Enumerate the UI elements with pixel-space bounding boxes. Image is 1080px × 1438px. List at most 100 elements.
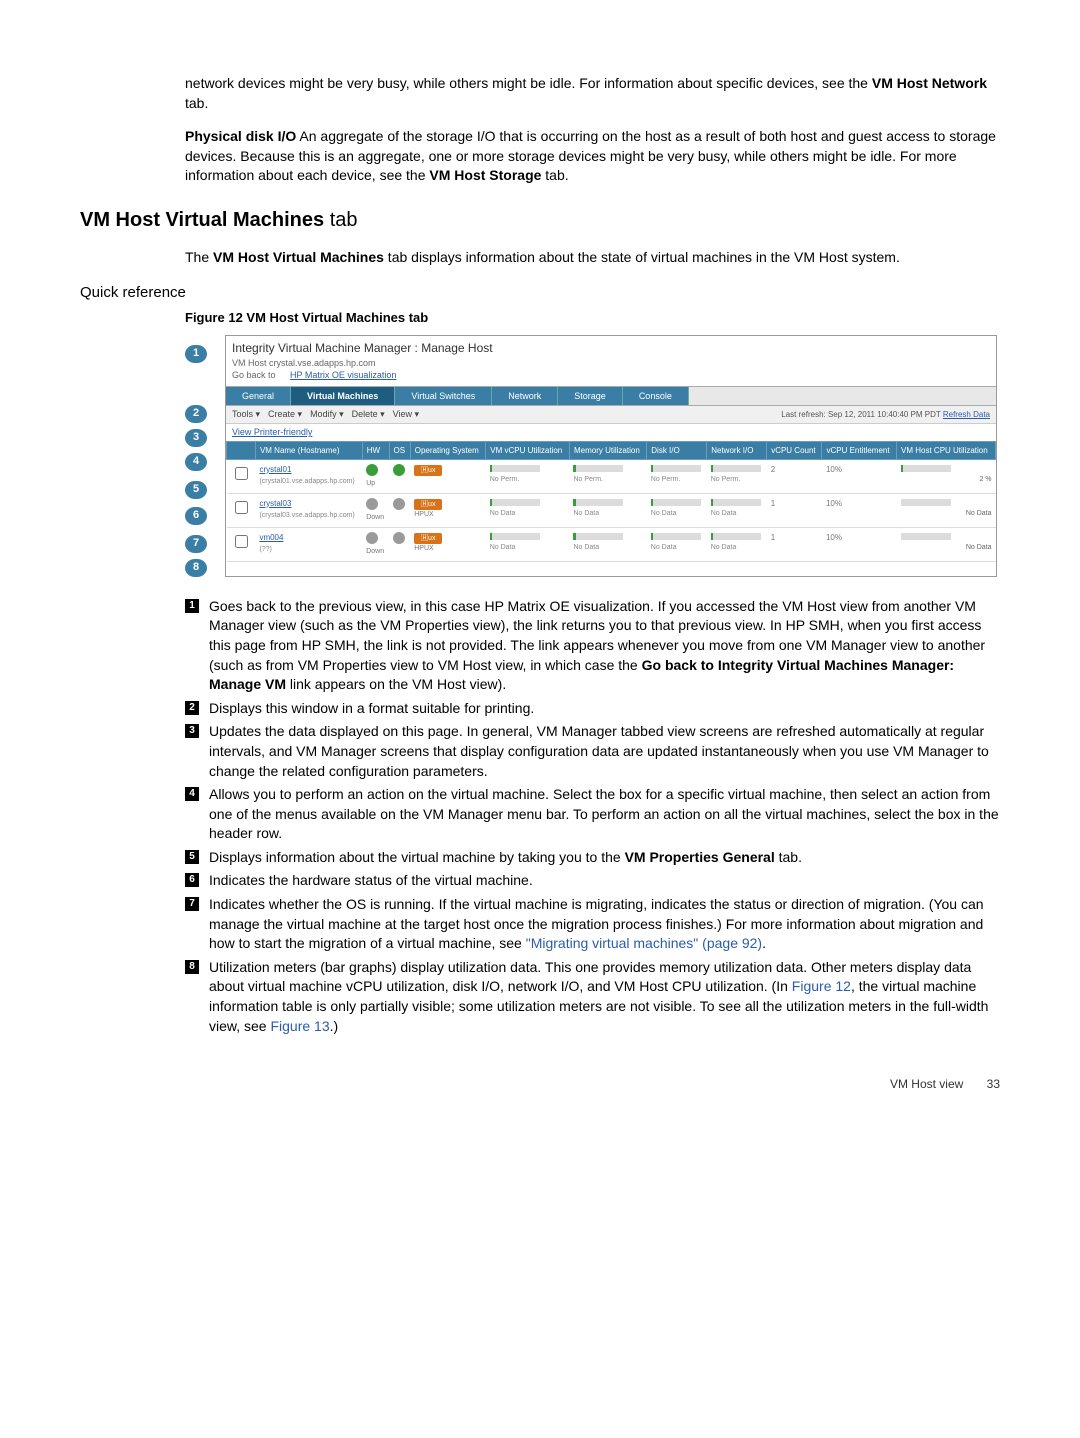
util-bar bbox=[711, 465, 761, 472]
section-intro: The VM Host Virtual Machines tab display… bbox=[185, 248, 1000, 268]
tab-general[interactable]: General bbox=[226, 387, 291, 406]
list-text-6: Indicates the hardware status of the vir… bbox=[209, 871, 1000, 891]
tab-network[interactable]: Network bbox=[492, 387, 558, 406]
table-row: crystal03(crystal03.vse.adapps.hp.com)Do… bbox=[227, 493, 996, 527]
os-status-icon bbox=[393, 464, 405, 476]
go-back-link[interactable]: HP Matrix OE visualization bbox=[284, 369, 402, 386]
callout-badge-1: 1 bbox=[185, 345, 207, 363]
toolbar-modify[interactable]: Modify ▾ bbox=[310, 409, 344, 419]
callout-badge-3: 3 bbox=[185, 429, 207, 447]
col-vcpu-entitlement: vCPU Entitlement bbox=[822, 441, 897, 459]
intro-para-2: Physical disk I/O An aggregate of the st… bbox=[185, 127, 1000, 186]
figure-caption: Figure 12 VM Host Virtual Machines tab bbox=[185, 309, 1000, 327]
migrating-link[interactable]: "Migrating virtual machines" (page 92) bbox=[526, 935, 762, 951]
list-text-1: Goes back to the previous view, in this … bbox=[209, 597, 1000, 695]
screenshot: Integrity Virtual Machine Manager : Mana… bbox=[225, 335, 997, 577]
util-bar bbox=[490, 499, 540, 506]
row-checkbox[interactable] bbox=[235, 535, 248, 548]
list-text-5: Displays information about the virtual m… bbox=[209, 848, 1000, 868]
table-row: crystal01(crystal01.vse.adapps.hp.com)Up… bbox=[227, 459, 996, 493]
util-bar bbox=[490, 465, 540, 472]
vm-name-link[interactable]: crystal03 bbox=[259, 499, 291, 508]
tab-bar: GeneralVirtual MachinesVirtual SwitchesN… bbox=[226, 386, 996, 407]
tab-console[interactable]: Console bbox=[623, 387, 689, 406]
tab-virtual-machines[interactable]: Virtual Machines bbox=[291, 387, 395, 406]
toolbar: Tools ▾ Create ▾ Modify ▾ Delete ▾ View ▾ La… bbox=[226, 406, 996, 424]
util-bar bbox=[901, 533, 951, 540]
list-num-7: 7 bbox=[185, 897, 199, 911]
os-status-icon bbox=[393, 532, 405, 544]
intro-para-1: network devices might be very busy, whil… bbox=[185, 74, 1000, 113]
col-vm-vcpu-utilization: VM vCPU Utilization bbox=[486, 441, 570, 459]
figure-12-link[interactable]: Figure 12 bbox=[792, 978, 851, 994]
list-text-2: Displays this window in a format suitabl… bbox=[209, 699, 1000, 719]
refresh-data-link[interactable]: Refresh Data bbox=[943, 410, 990, 419]
vm-table: VM Name (Hostname)HWOSOperating SystemVM… bbox=[226, 441, 996, 562]
util-bar bbox=[651, 533, 701, 540]
util-bar bbox=[651, 499, 701, 506]
figure-13-link[interactable]: Figure 13 bbox=[270, 1018, 329, 1034]
ss-host-label: VM Host crystal.vse.adapps.hp.com bbox=[226, 357, 996, 370]
callout-badge-2: 2 bbox=[185, 405, 207, 423]
callout-badge-6: 6 bbox=[185, 507, 207, 525]
list-text-7: Indicates whether the OS is running. If … bbox=[209, 895, 1000, 954]
callout-badge-8: 8 bbox=[185, 559, 207, 577]
callout-badge-4: 4 bbox=[185, 453, 207, 471]
col-network-i-o: Network I/O bbox=[707, 441, 767, 459]
tab-virtual-switches[interactable]: Virtual Switches bbox=[395, 387, 492, 406]
callout-badge-5: 5 bbox=[185, 481, 207, 499]
section-heading: VM Host Virtual Machines tab bbox=[80, 206, 1000, 234]
list-num-5: 5 bbox=[185, 850, 199, 864]
list-num-1: 1 bbox=[185, 599, 199, 613]
tab-storage[interactable]: Storage bbox=[558, 387, 623, 406]
list-num-8: 8 bbox=[185, 960, 199, 974]
quick-reference-heading: Quick reference bbox=[80, 282, 1000, 303]
col-os: OS bbox=[389, 441, 410, 459]
util-bar bbox=[651, 465, 701, 472]
toolbar-create[interactable]: Create ▾ bbox=[268, 409, 302, 419]
ss-window-title: Integrity Virtual Machine Manager : Mana… bbox=[226, 336, 996, 357]
col-disk-i-o: Disk I/O bbox=[647, 441, 707, 459]
callout-badge-7: 7 bbox=[185, 535, 207, 553]
util-bar bbox=[573, 465, 623, 472]
list-text-8: Utilization meters (bar graphs) display … bbox=[209, 958, 1000, 1036]
util-bar bbox=[901, 499, 951, 506]
util-bar bbox=[711, 499, 761, 506]
util-bar bbox=[573, 533, 623, 540]
list-num-6: 6 bbox=[185, 873, 199, 887]
os-pill-icon: 🄷ux bbox=[414, 533, 442, 544]
col-vm-name-hostname-: VM Name (Hostname) bbox=[255, 441, 362, 459]
hw-status-icon bbox=[366, 498, 378, 510]
toolbar-tools[interactable]: Tools ▾ bbox=[232, 409, 260, 419]
callout-list: 1 Goes back to the previous view, in thi… bbox=[185, 597, 1000, 1036]
os-pill-icon: 🄷ux bbox=[414, 499, 442, 510]
util-bar bbox=[573, 499, 623, 506]
table-row: vm004(??)Down🄷uxHPUXNo DataNo DataNo Dat… bbox=[227, 527, 996, 561]
list-num-3: 3 bbox=[185, 724, 199, 738]
os-pill-icon: 🄷ux bbox=[414, 465, 442, 476]
hw-status-icon bbox=[366, 464, 378, 476]
page-footer: VM Host view 33 bbox=[80, 1076, 1000, 1093]
table-header-row: VM Name (Hostname)HWOSOperating SystemVM… bbox=[227, 441, 996, 459]
util-bar bbox=[901, 465, 951, 472]
list-text-4: Allows you to perform an action on the v… bbox=[209, 785, 1000, 844]
list-num-2: 2 bbox=[185, 701, 199, 715]
vm-name-link[interactable]: vm004 bbox=[259, 533, 283, 542]
util-bar bbox=[711, 533, 761, 540]
col-vm-host-cpu-utilization: VM Host CPU Utilization bbox=[897, 441, 996, 459]
list-num-4: 4 bbox=[185, 787, 199, 801]
row-checkbox[interactable] bbox=[235, 501, 248, 514]
os-status-icon bbox=[393, 498, 405, 510]
util-bar bbox=[490, 533, 540, 540]
callout-column: 1 2 3 4 5 6 7 8 bbox=[185, 335, 207, 577]
toolbar-view[interactable]: View ▾ bbox=[393, 409, 419, 419]
vm-name-link[interactable]: crystal01 bbox=[259, 465, 291, 474]
col-operating-system: Operating System bbox=[410, 441, 485, 459]
last-refresh: Last refresh: Sep 12, 2011 10:40:40 PM P… bbox=[781, 409, 990, 420]
row-checkbox[interactable] bbox=[235, 467, 248, 480]
hw-status-icon bbox=[366, 532, 378, 544]
col-hw: HW bbox=[362, 441, 389, 459]
col-vcpu-count: vCPU Count bbox=[767, 441, 822, 459]
toolbar-delete[interactable]: Delete ▾ bbox=[352, 409, 385, 419]
printer-friendly-link[interactable]: View Printer-friendly bbox=[226, 424, 318, 441]
